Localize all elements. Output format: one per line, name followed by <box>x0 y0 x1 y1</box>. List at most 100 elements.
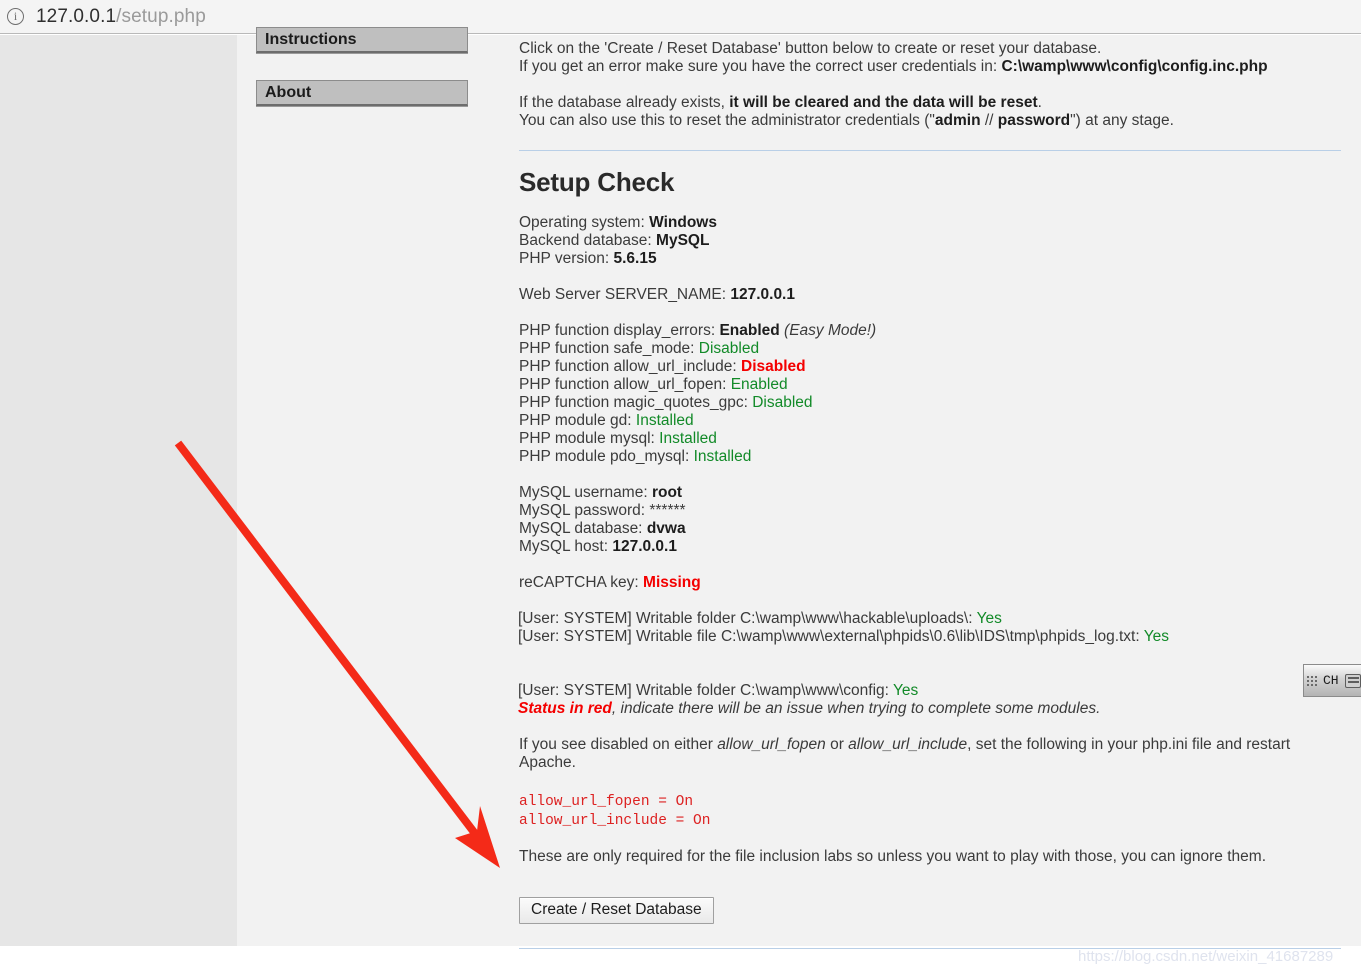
status-line-safe-mode: PHP function safe_mode: Disabled <box>519 340 1341 358</box>
status-red-legend-rest: , indicate there will be an issue when t… <box>611 700 1101 717</box>
status-line-module-gd: PHP module gd: Installed <box>519 412 1341 430</box>
status-label: MySQL host: <box>519 538 613 555</box>
status-label: PHP module mysql: <box>519 430 660 447</box>
sidebar: Instructions About <box>256 27 468 106</box>
status-value: Disabled <box>698 340 760 357</box>
file-inclusion-note: These are only required for the file inc… <box>519 848 1266 865</box>
status-label: reCAPTCHA key: <box>519 574 644 591</box>
sidebar-item-instructions[interactable]: Instructions <box>256 27 468 53</box>
intro-line-4: You can also use this to reset the admin… <box>519 112 1341 130</box>
status-line-module-pdo-mysql: PHP module pdo_mysql: Installed <box>519 448 1341 466</box>
status-value: root <box>651 484 683 501</box>
intro-line-1: Click on the 'Create / Reset Database' b… <box>519 40 1102 57</box>
url-path: /setup.php <box>116 5 206 27</box>
page-body: Instructions About Click on the 'Create … <box>0 27 1361 965</box>
filesystem-status-block: [User: SYSTEM] Writable folder C:\wamp\w… <box>518 610 1341 718</box>
status-line-writable-phpids-log: [User: SYSTEM] Writable file C:\wamp\www… <box>518 628 1341 646</box>
status-line-allow-url-include: PHP function allow_url_include: Disabled <box>519 358 1341 376</box>
status-value: ****** <box>649 502 686 519</box>
status-value: Installed <box>693 448 752 465</box>
status-line-writable-uploads: [User: SYSTEM] Writable folder C:\wamp\w… <box>518 610 1341 628</box>
status-line-mysql-username: MySQL username: root <box>519 484 1341 502</box>
intro-line-3-suffix: . <box>1037 94 1042 111</box>
intro-line-3-emphasis: it will be cleared and the data will be … <box>729 94 1038 111</box>
status-line-writable-config: [User: SYSTEM] Writable folder C:\wamp\w… <box>518 682 1341 700</box>
status-value: Disabled <box>752 394 813 411</box>
php-ini-instruction-prefix: If you see disabled on either <box>519 736 718 753</box>
ime-language-bar[interactable]: CH <box>1303 664 1361 697</box>
status-value: MySQL <box>656 232 710 249</box>
php-ini-include-directive: allow_url_include <box>848 736 968 753</box>
status-label: Backend database: <box>519 232 657 249</box>
status-label: Operating system: <box>519 214 650 231</box>
status-line-display-errors: PHP function display_errors: Enabled (Ea… <box>519 322 1341 340</box>
status-value: 127.0.0.1 <box>730 286 795 303</box>
keyboard-icon[interactable] <box>1344 673 1361 688</box>
status-label: MySQL password: <box>519 502 650 519</box>
status-line-os: Operating system: Windows <box>519 214 1341 232</box>
status-value: Installed <box>635 412 694 429</box>
status-label: MySQL username: <box>519 484 652 501</box>
url-host: 127.0.0.1 <box>36 5 117 27</box>
intro-line-4-suffix: ") at any stage. <box>1070 112 1174 129</box>
watermark: https://blog.csdn.net/weixin_41687289 <box>1078 948 1334 965</box>
sidebar-item-label: About <box>265 84 312 101</box>
status-line-backend-db: Backend database: MySQL <box>519 232 1341 250</box>
status-value: Windows <box>649 214 717 231</box>
page-left-band <box>0 35 237 946</box>
code-line-allow-url-include: allow_url_include = On <box>519 813 711 829</box>
intro-line-2: If you get an error make sure you have t… <box>519 58 1341 76</box>
intro-line-3-prefix: If the database already exists, <box>519 94 730 111</box>
php-ini-fopen-directive: allow_url_fopen <box>717 736 826 753</box>
status-label: PHP module pdo_mysql: <box>519 448 694 465</box>
status-value: dvwa <box>646 520 686 537</box>
status-red-legend-emphasis: Status in red <box>518 700 612 717</box>
sidebar-item-label: Instructions <box>265 31 357 48</box>
status-line-php-version: PHP version: 5.6.15 <box>519 250 1341 268</box>
status-line-allow-url-fopen: PHP function allow_url_fopen: Enabled <box>519 376 1341 394</box>
intro-line-3: If the database already exists, it will … <box>519 94 1341 112</box>
main-content: Click on the 'Create / Reset Database' b… <box>518 35 1341 949</box>
config-file-path: C:\wamp\www\config\config.inc.php <box>1001 58 1268 75</box>
status-value: Yes <box>892 682 919 699</box>
status-line-mysql-host: MySQL host: 127.0.0.1 <box>519 538 1341 556</box>
status-line-magic-quotes-gpc: PHP function magic_quotes_gpc: Disabled <box>519 394 1341 412</box>
status-label: [User: SYSTEM] Writable folder C:\wamp\w… <box>518 610 977 627</box>
status-label: [User: SYSTEM] Writable folder C:\wamp\w… <box>518 682 893 699</box>
status-label: PHP function display_errors: <box>519 322 720 339</box>
info-icon[interactable]: i <box>7 8 24 25</box>
intro-line-2-prefix: If you get an error make sure you have t… <box>519 58 1002 75</box>
status-value: Missing <box>643 574 701 591</box>
php-ini-instruction-mid: or <box>825 736 849 753</box>
status-line-recaptcha-key: reCAPTCHA key: Missing <box>519 574 1341 592</box>
ime-language-label[interactable]: CH <box>1323 673 1339 688</box>
status-label: PHP version: <box>519 250 614 267</box>
status-red-legend: Status in red, indicate there will be an… <box>518 700 1341 718</box>
status-value: Disabled <box>741 358 806 375</box>
status-label: PHP module gd: <box>519 412 636 429</box>
status-value: 5.6.15 <box>613 250 657 267</box>
status-label: Web Server SERVER_NAME: <box>519 286 731 303</box>
status-value: 127.0.0.1 <box>612 538 677 555</box>
status-value: Installed <box>659 430 717 447</box>
status-label: PHP function allow_url_fopen: <box>519 376 731 393</box>
drag-grip-icon[interactable] <box>1307 674 1317 688</box>
status-line-mysql-password: MySQL password: ****** <box>519 502 1341 520</box>
create-reset-database-button[interactable]: Create / Reset Database <box>519 897 714 924</box>
status-line-module-mysql: PHP module mysql: Installed <box>519 430 1341 448</box>
url-text[interactable]: 127.0.0.1/setup.php <box>36 6 206 28</box>
status-label: PHP function safe_mode: <box>519 340 699 357</box>
intro-line-4-mid: // <box>980 112 998 129</box>
status-label: PHP function allow_url_include: <box>519 358 742 375</box>
page-title: Setup Check <box>519 167 675 197</box>
default-password: password <box>997 112 1071 129</box>
status-value: Yes <box>1143 628 1169 645</box>
default-username: admin <box>934 112 981 129</box>
sidebar-item-about[interactable]: About <box>256 80 468 106</box>
status-note: (Easy Mode!) <box>779 322 877 339</box>
status-label: PHP function magic_quotes_gpc: <box>519 394 753 411</box>
status-value: Yes <box>976 610 1002 627</box>
status-line-mysql-database: MySQL database: dvwa <box>519 520 1341 538</box>
php-ini-instruction: If you see disabled on either allow_url_… <box>519 736 1341 772</box>
status-line-server-name: Web Server SERVER_NAME: 127.0.0.1 <box>519 286 1341 304</box>
